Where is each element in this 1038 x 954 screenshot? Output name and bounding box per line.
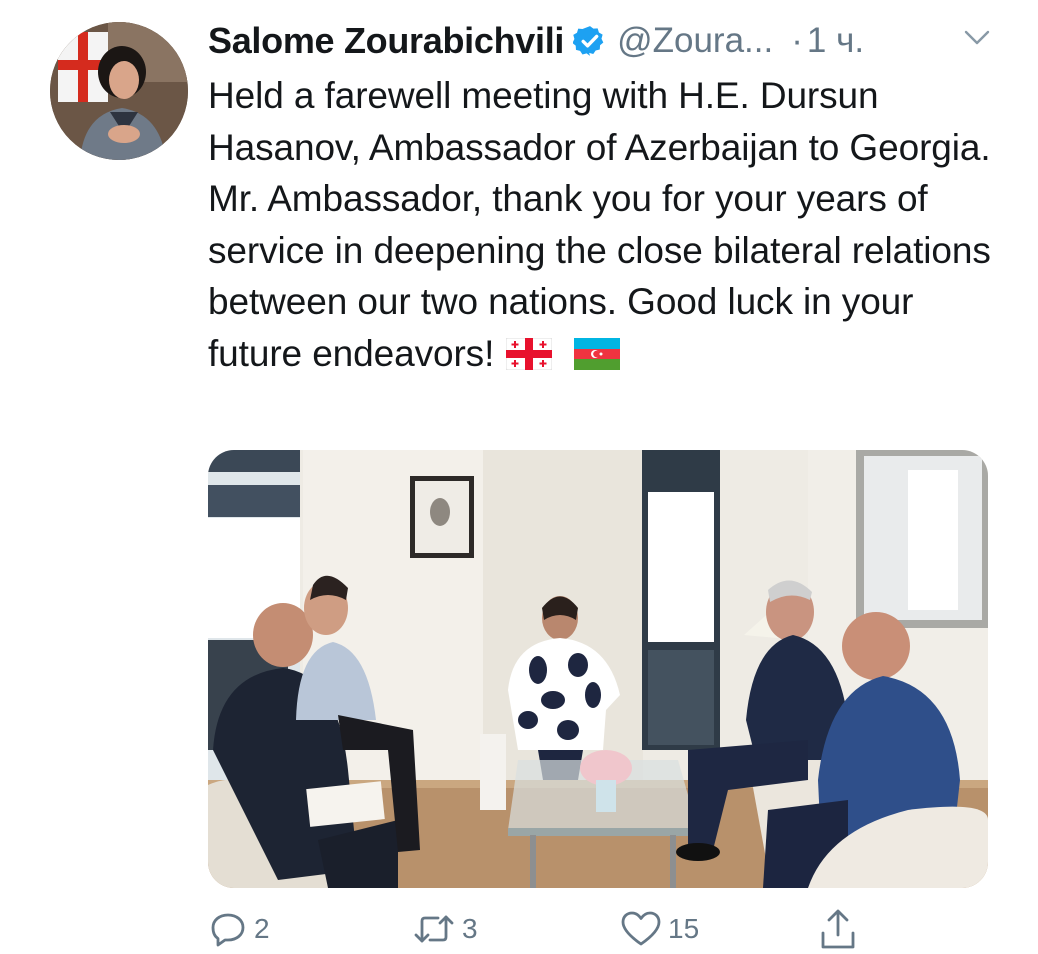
georgia-flag-icon [505, 332, 553, 384]
author-name[interactable]: Salome Zourabichvili [208, 20, 564, 62]
reply-count: 2 [254, 913, 270, 944]
reply-icon [208, 909, 248, 949]
retweet-count: 3 [462, 913, 478, 944]
reply-button[interactable]: 2 [208, 905, 270, 953]
tweet-header: Salome Zourabichvili @Zoura... · 1 ч. [208, 18, 998, 64]
tweet-time[interactable]: 1 ч. [807, 21, 864, 61]
share-button[interactable] [818, 905, 858, 953]
like-button[interactable]: 15 [620, 905, 699, 953]
verified-badge-icon [572, 24, 607, 58]
author-handle[interactable]: @Zoura... [617, 21, 773, 61]
tweet-text: Held a farewell meeting with H.E. Dursun… [208, 70, 998, 383]
azerbaijan-flag-icon [574, 332, 621, 384]
share-icon [818, 907, 858, 951]
tweet-photo[interactable] [208, 450, 988, 888]
tweet-card[interactable]: Salome Zourabichvili @Zoura... · 1 ч. He… [0, 0, 1038, 954]
retweet-icon [412, 909, 456, 949]
separator-dot: · [791, 21, 803, 60]
like-count: 15 [668, 913, 700, 944]
author-avatar[interactable] [50, 22, 188, 160]
retweet-button[interactable]: 3 [412, 905, 478, 953]
tweet-text-body: Held a farewell meeting with H.E. Dursun… [208, 75, 991, 374]
heart-icon [620, 909, 662, 949]
chevron-down-icon[interactable] [964, 28, 990, 48]
tweet-actions: 2 3 15 [208, 905, 988, 953]
